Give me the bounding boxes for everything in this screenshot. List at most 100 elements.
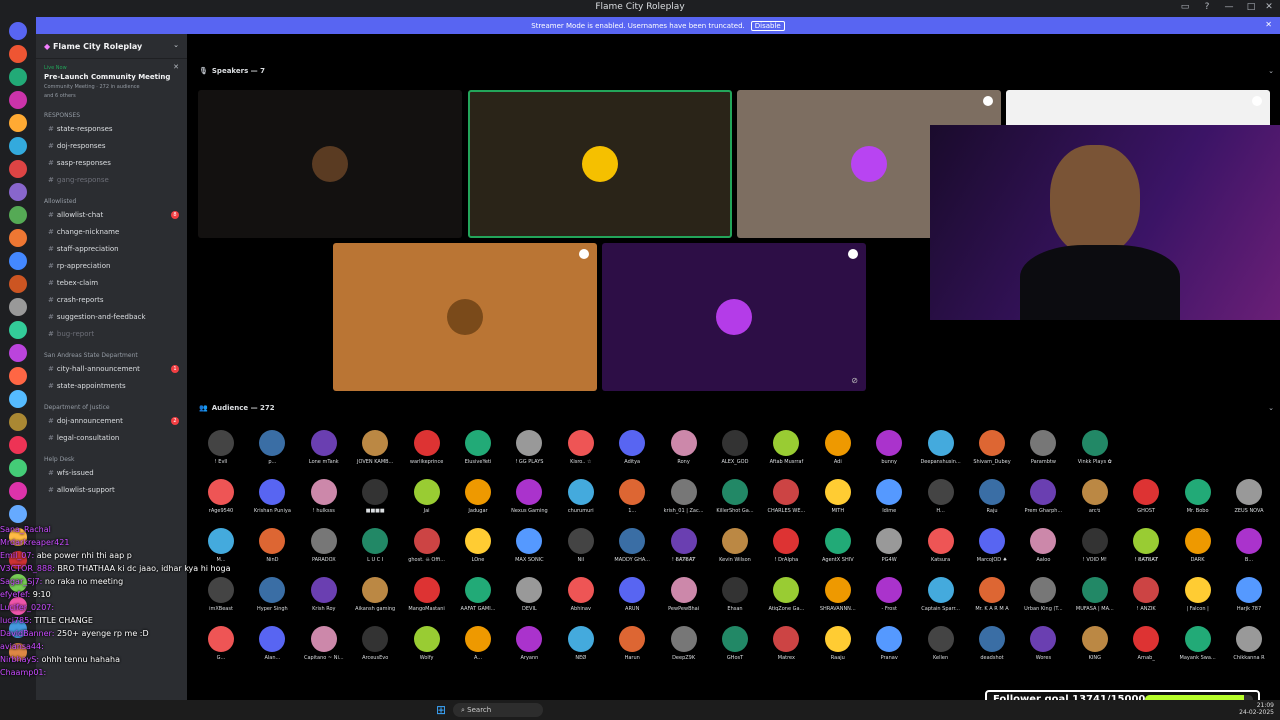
audience-member[interactable]: PARADOX [301,528,347,563]
server-icon[interactable] [9,367,27,385]
channel-sasp-responses[interactable]: # sasp-responses [36,155,187,172]
audience-member[interactable]: p... [249,430,295,465]
audience-member[interactable]: AAFAT GAMI... [455,577,501,612]
audience-member[interactable]: ! VOID M! [1072,528,1118,563]
audience-member[interactable]: | Falcon | [1175,577,1221,612]
close-button[interactable]: ✕ [1262,2,1276,14]
channel-category[interactable]: Department of Justice [36,395,187,413]
audience-member[interactable]: rAge9540 [198,479,244,514]
channel-crash-reports[interactable]: # crash-reports [36,292,187,309]
audience-member[interactable]: Aditya [609,430,655,465]
audience-member[interactable]: Chikkanna R [1226,626,1272,661]
channel-tebex-claim[interactable]: # tebex-claim [36,275,187,292]
audience-member[interactable]: MADDY GHA... [609,528,655,563]
audience-member[interactable]: M... [198,528,244,563]
audience-member[interactable]: Mayank Swa... [1175,626,1221,661]
audience-member[interactable]: Aftab Musrraf [763,430,809,465]
audience-member[interactable]: churumuri [558,479,604,514]
collapse-speakers-icon[interactable]: ⌄ [1268,67,1274,75]
windows-start-icon[interactable]: ⊞ [436,703,450,717]
audience-member[interactable]: Idime [866,479,912,514]
channel-category[interactable]: Allowlisted [36,189,187,207]
audience-member[interactable]: krish_01 | Zac... [661,479,707,514]
audience-member[interactable]: Abhinav [558,577,604,612]
audience-member[interactable]: PG4W [866,528,912,563]
channel-city-hall-announcement[interactable]: # city-hall-announcement 1 [36,361,187,378]
audience-member[interactable]: Katsura [918,528,964,563]
audience-member[interactable]: Wores [1020,626,1066,661]
channel-wfs-issued[interactable]: # wfs-issued [36,465,187,482]
audience-member[interactable]: H... [918,479,964,514]
audience-member[interactable]: MITH [815,479,861,514]
audience-member[interactable]: Ehsan [712,577,758,612]
channel-category[interactable]: RESPONSES [36,103,187,121]
minimize-button[interactable]: — [1222,2,1236,14]
audience-member[interactable]: DARK [1175,528,1221,563]
server-icon[interactable] [9,275,27,293]
server-icon[interactable] [9,183,27,201]
live-stage-card[interactable]: Live Now Pre-Launch Community Meeting Co… [36,59,187,103]
audience-member[interactable]: Raju [969,479,1015,514]
close-icon[interactable]: ✕ [173,63,179,71]
audience-member[interactable]: Captain Sparr... [918,577,964,612]
disable-button[interactable]: Disable [750,21,785,31]
audience-member[interactable]: CHARLES WE... [763,479,809,514]
audience-member[interactable]: 1... [609,479,655,514]
server-icon[interactable] [9,252,27,270]
channel-suggestion-and-feedback[interactable]: # suggestion-and-feedback [36,309,187,326]
channel-bug-report[interactable]: # bug-report [36,326,187,343]
audience-member[interactable]: Raaju [815,626,861,661]
server-icon[interactable] [9,229,27,247]
audience-member[interactable]: - Frost [866,577,912,612]
audience-member[interactable]: Arnab_ [1123,626,1169,661]
audience-member[interactable]: PewPewBhai [661,577,707,612]
audience-member[interactable]: Urban King (T... [1020,577,1066,612]
speaker-tile-violet[interactable]: ⊘ [602,243,866,391]
audience-member[interactable]: Deepanshusin... [918,430,964,465]
audience-member[interactable]: DEVIL [506,577,552,612]
server-icon[interactable] [9,160,27,178]
server-icon[interactable] [9,321,27,339]
audience-member[interactable]: deadshot [969,626,1015,661]
help-icon[interactable]: ? [1200,2,1214,14]
server-icon[interactable] [9,206,27,224]
audience-member[interactable]: Aaloo [1020,528,1066,563]
audience-member[interactable]: imXBeast [198,577,244,612]
server-icon[interactable] [9,91,27,109]
audience-member[interactable]: JOVEN KAMB... [352,430,398,465]
audience-member[interactable]: Krish Roy [301,577,347,612]
audience-member[interactable]: MarcoJOD ♠ [969,528,1015,563]
audience-member[interactable]: Aryann [506,626,552,661]
channel-staff-appreciation[interactable]: # staff-appreciation [36,241,187,258]
audience-member[interactable]: ElusiveYeti [455,430,501,465]
server-icon[interactable] [9,344,27,362]
audience-member[interactable]: Shivam_Dubey [969,430,1015,465]
audience-member[interactable]: Nil [558,528,604,563]
audience-member[interactable]: GHosT [712,626,758,661]
audience-member[interactable]: Kisro.. ☆ [558,430,604,465]
audience-member[interactable]: Lone mTank [301,430,347,465]
audience-member[interactable]: ALËX_GOD [712,430,758,465]
server-icon[interactable] [9,114,27,132]
audience-member[interactable]: Wolfy [404,626,450,661]
audience-member[interactable]: Matrex [763,626,809,661]
server-icon[interactable] [9,45,27,63]
close-banner-icon[interactable]: ✕ [1265,20,1272,29]
channel-doj-responses[interactable]: # doj-responses [36,138,187,155]
audience-member[interactable]: arc↯ [1072,479,1118,514]
audience-member[interactable]: L U C I [352,528,398,563]
audience-member[interactable]: ! EvIl [198,430,244,465]
speaker-tile-dragon[interactable]: ⊘ [333,243,597,391]
server-icon[interactable] [9,413,27,431]
audience-member[interactable]: Prem Gharph... [1020,479,1066,514]
server-icon[interactable] [9,505,27,523]
audience-member[interactable]: A... [455,626,501,661]
audience-member[interactable]: NEØ [558,626,604,661]
channel-state-responses[interactable]: # state-responses [36,121,187,138]
audience-member[interactable]: Mr. K A R M A [969,577,1015,612]
channel-doj-announcement[interactable]: # doj-announcement 2 [36,413,187,430]
audience-member[interactable]: Krishan Puniya [249,479,295,514]
audience-member[interactable]: KING [1072,626,1118,661]
audience-member[interactable]: Capitano ~ Ni... [301,626,347,661]
server-icon[interactable] [9,22,27,40]
